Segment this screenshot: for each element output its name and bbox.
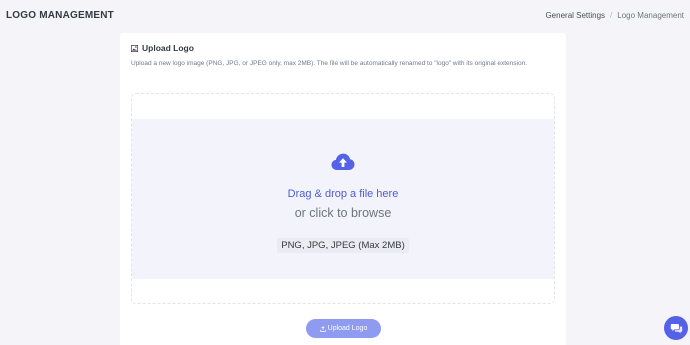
breadcrumb: General Settings / Logo Management [545, 11, 684, 20]
upload-logo-button[interactable]: Upload Logo [306, 319, 381, 338]
page-title: LOGO MANAGEMENT [6, 10, 114, 21]
upload-logo-button-label: Upload Logo [327, 325, 368, 332]
card-description: Upload a new logo image (PNG, JPG, or JP… [131, 60, 527, 67]
drag-drop-text: Drag & drop a file here [287, 188, 399, 200]
chat-button[interactable] [664, 316, 688, 340]
dropzone-area[interactable]: Drag & drop a file here or click to brow… [132, 119, 554, 279]
file-dropzone[interactable]: Drag & drop a file here or click to brow… [131, 93, 555, 304]
card-header: Upload Logo [131, 43, 194, 53]
image-icon [131, 44, 138, 52]
formats-wrapper: PNG, JPG, JPEG (Max 2MB) [132, 235, 554, 253]
upload-logo-card: Upload Logo Upload a new logo image (PNG… [120, 33, 566, 345]
top-bar: LOGO MANAGEMENT General Settings / Logo … [0, 0, 690, 32]
allowed-formats-label: PNG, JPG, JPEG (Max 2MB) [277, 238, 409, 253]
breadcrumb-item-general-settings[interactable]: General Settings [545, 11, 605, 20]
browse-text[interactable]: or click to browse [132, 206, 554, 220]
card-title: Upload Logo [142, 43, 194, 53]
breadcrumb-separator: / [610, 11, 613, 20]
cloud-upload-icon [331, 153, 355, 170]
chat-icon [670, 323, 682, 333]
upload-icon [319, 325, 326, 332]
breadcrumb-item-current: Logo Management [617, 11, 684, 20]
